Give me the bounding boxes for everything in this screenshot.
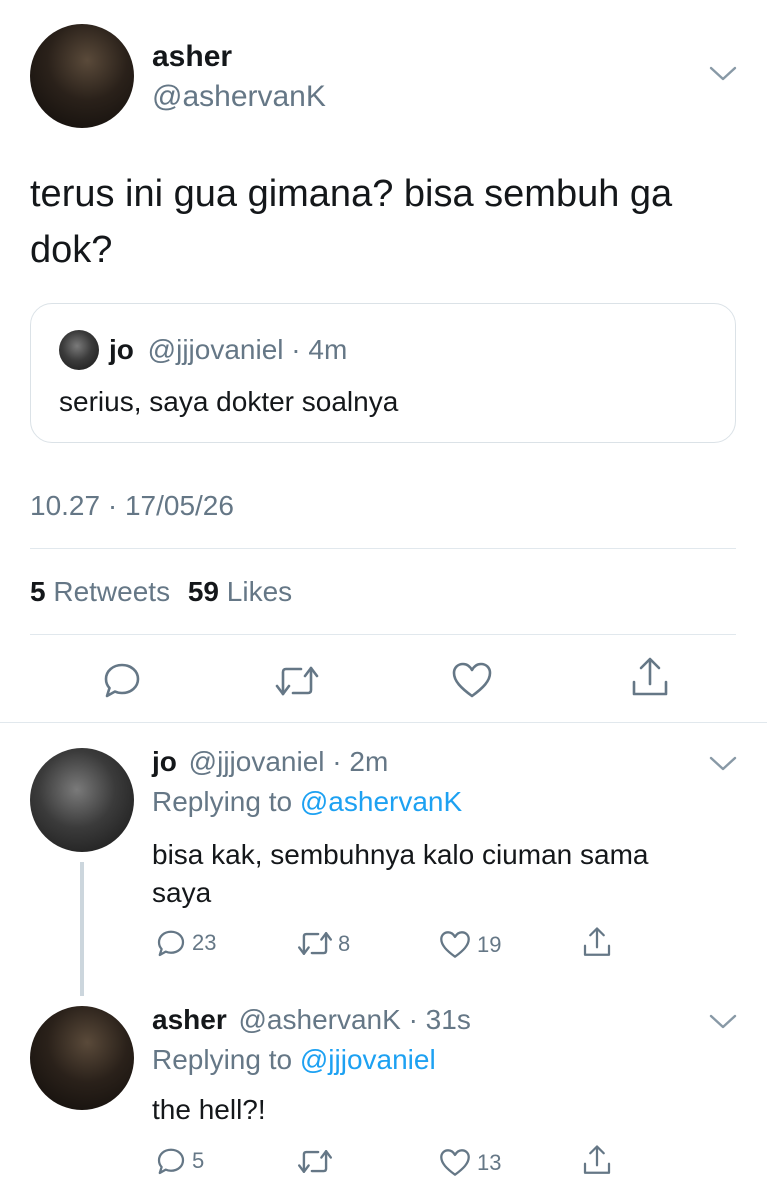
replying-to-handle[interactable]: @ashervanK: [300, 786, 462, 817]
reply-header: asher @ashervanK · 31s: [152, 1004, 471, 1036]
heart-icon[interactable]: [451, 661, 493, 699]
retweets-stat[interactable]: 5 Retweets: [30, 576, 178, 607]
share-icon[interactable]: [582, 926, 612, 958]
like-count: 19: [477, 931, 502, 957]
likes-stat[interactable]: 59 Likes: [188, 576, 292, 607]
reply-count: 5: [192, 1148, 205, 1173]
replying-to: Replying to @ashervanK: [152, 786, 462, 818]
reply-text-line: saya: [152, 877, 212, 908]
reply-header: jo @jjjovaniel · 2m: [152, 746, 388, 778]
quoted-tweet-header: jo @jjjovaniel · 4m: [109, 334, 347, 366]
like-action[interactable]: 13: [439, 1148, 501, 1177]
reply-icon[interactable]: [102, 660, 142, 700]
retweet-action[interactable]: 8: [296, 930, 350, 957]
handle-time[interactable]: @jjjovaniel · 2m: [189, 746, 389, 777]
retweets-count: 5: [30, 576, 46, 607]
reply-icon: [156, 928, 186, 958]
reply-text: bisa kak, sembuhnya kalo ciuman sama say…: [152, 836, 648, 912]
avatar[interactable]: [30, 1006, 134, 1110]
retweet-action[interactable]: [296, 1148, 334, 1175]
quoted-tweet-text: serius, saya dokter soalnya: [59, 386, 399, 417]
divider: [0, 722, 767, 723]
handle[interactable]: @ashervanK: [152, 80, 326, 114]
chevron-down-icon[interactable]: [708, 64, 738, 84]
likes-label: Likes: [226, 576, 293, 607]
heart-icon: [439, 1148, 471, 1177]
retweet-icon: [296, 930, 334, 957]
quoted-tweet[interactable]: jo @jjjovaniel · 4m serius, saya dokter …: [30, 303, 736, 443]
reply-text-line: bisa kak, sembuhnya kalo ciuman sama: [152, 839, 649, 870]
reply-count: 23: [192, 930, 217, 955]
avatar[interactable]: [30, 748, 134, 852]
handle-time[interactable]: @ashervanK · 31s: [239, 1004, 471, 1035]
replying-to-label: Replying to: [152, 1044, 293, 1075]
like-count: 13: [477, 1149, 502, 1175]
tweet-thread-page: asher @ashervanK terus ini gua gimana? b…: [0, 0, 767, 1199]
tweet-text: terus ini gua gimana? bisa sembuh ga dok…: [30, 166, 672, 278]
chevron-down-icon[interactable]: [708, 1012, 738, 1032]
avatar: [59, 330, 99, 370]
reply-action[interactable]: 23: [156, 928, 216, 958]
display-name[interactable]: asher: [152, 1004, 227, 1035]
chevron-down-icon[interactable]: [708, 754, 738, 774]
display-name[interactable]: jo: [152, 746, 177, 777]
display-name[interactable]: asher: [152, 40, 232, 74]
handle-time: @jjjovaniel · 4m: [147, 334, 348, 365]
divider: [30, 548, 736, 549]
share-icon[interactable]: [630, 656, 670, 698]
tweet-text-line: dok?: [30, 229, 113, 271]
display-name: jo: [109, 334, 134, 365]
reply-action[interactable]: 5: [156, 1146, 204, 1176]
reply-text: the hell?!: [152, 1094, 266, 1125]
replying-to-label: Replying to: [152, 786, 293, 817]
replying-to: Replying to @jjjovaniel: [152, 1044, 436, 1076]
replying-to-handle[interactable]: @jjjovaniel: [300, 1044, 436, 1075]
heart-icon: [439, 930, 471, 959]
retweet-icon: [296, 1148, 334, 1175]
divider: [30, 634, 736, 635]
share-icon[interactable]: [582, 1144, 612, 1176]
avatar[interactable]: [30, 24, 134, 128]
thread-line: [80, 862, 84, 996]
tweet-text-line: terus ini gua gimana? bisa sembuh ga: [30, 173, 673, 215]
retweet-count: 8: [338, 930, 351, 956]
like-action[interactable]: 19: [439, 930, 501, 959]
likes-count: 59: [187, 576, 220, 607]
tweet-stats: 5 Retweets 59 Likes: [30, 576, 292, 608]
retweet-icon[interactable]: [273, 664, 321, 698]
timestamp[interactable]: 10.27 · 17/05/26: [30, 490, 234, 522]
retweets-label: Retweets: [53, 576, 171, 607]
reply-icon: [156, 1146, 186, 1176]
